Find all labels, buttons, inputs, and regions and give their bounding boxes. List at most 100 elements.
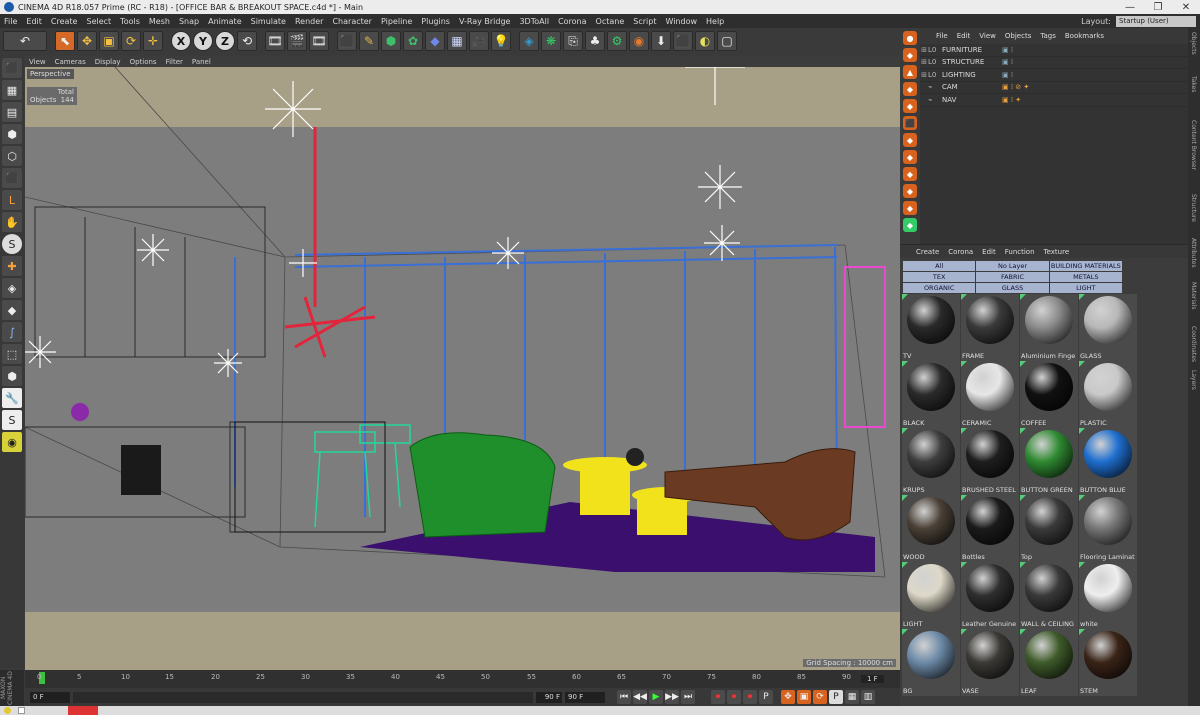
mesh-check-icon[interactable]: ⬢ bbox=[2, 366, 22, 386]
viewport-camera-label[interactable]: Perspective bbox=[27, 69, 74, 79]
layout-dropdown[interactable]: Startup (User) bbox=[1116, 15, 1196, 27]
axis-mode-icon[interactable]: L bbox=[2, 190, 22, 210]
visibility-flags[interactable]: ▣ ⁞ bbox=[1002, 46, 1013, 54]
material-swatch[interactable]: BRUSHED STEEL bbox=[961, 428, 1019, 495]
step-forward-icon[interactable]: ▶▶ bbox=[665, 690, 679, 704]
3d-viewport[interactable]: Perspective Total Objects 144 Grid Spaci… bbox=[25, 67, 900, 670]
menu-script[interactable]: Script bbox=[633, 17, 656, 26]
script-s-icon[interactable]: S bbox=[2, 410, 22, 430]
light-icon[interactable]: 💡 bbox=[491, 31, 511, 51]
minimize-button[interactable]: — bbox=[1116, 2, 1144, 13]
side-tab-layers[interactable]: Layers bbox=[1190, 370, 1197, 410]
material-swatch[interactable]: BUTTON BLUE bbox=[1079, 428, 1137, 495]
object-tool-icon[interactable]: ◆ bbox=[903, 99, 917, 113]
go-to-start-icon[interactable]: ⏮ bbox=[617, 690, 631, 704]
object-row-cam[interactable]: ⌁ CAM ▣ ⁞ ⊘ ✦ bbox=[920, 82, 1188, 94]
red-square-icon[interactable]: ⬛ bbox=[673, 31, 693, 51]
material-swatch[interactable]: Top bbox=[1020, 495, 1078, 562]
plugin-icon[interactable]: ❋ bbox=[541, 31, 561, 51]
side-tab-coordinates[interactable]: Coordinates bbox=[1190, 326, 1197, 366]
filter-building-materials[interactable]: BUILDING MATERIALS bbox=[1049, 261, 1122, 271]
mm-menu-function[interactable]: Function bbox=[1005, 248, 1035, 256]
object-mode-icon[interactable]: ⬡ bbox=[2, 146, 22, 166]
taskbar-window-icon[interactable] bbox=[18, 707, 25, 714]
om-menu-tags[interactable]: Tags bbox=[1040, 32, 1056, 40]
preview-end-field[interactable]: 90 F bbox=[565, 691, 605, 703]
material-swatch[interactable]: VASE bbox=[961, 629, 1019, 696]
render-view-icon[interactable]: 🎞 bbox=[265, 31, 285, 51]
object-row-lighting[interactable]: ⊞ L0 LIGHTING ▣ ⁞ bbox=[920, 69, 1188, 82]
y-axis-toggle[interactable]: Y bbox=[193, 31, 213, 51]
filter-organic[interactable]: ORGANIC bbox=[903, 283, 976, 293]
object-name[interactable]: CAM bbox=[942, 83, 1000, 91]
autokey-icon[interactable]: ⏺ bbox=[727, 690, 741, 704]
filter-light[interactable]: LIGHT bbox=[1049, 283, 1122, 293]
mm-menu-edit[interactable]: Edit bbox=[982, 248, 996, 256]
object-name[interactable]: NAV bbox=[942, 96, 1000, 104]
visibility-flags[interactable]: ▣ ⁞ bbox=[1002, 58, 1013, 66]
object-tool-icon[interactable]: ⬛ bbox=[903, 116, 917, 130]
menu-window[interactable]: Window bbox=[665, 17, 697, 26]
maximize-button[interactable]: ❐ bbox=[1144, 2, 1172, 13]
material-swatch[interactable]: LEAF bbox=[1020, 629, 1078, 696]
texture-mode-icon[interactable]: ▦ bbox=[2, 80, 22, 100]
object-row-furniture[interactable]: ⊞ L0 FURNITURE ▣ ⁞ bbox=[920, 44, 1188, 57]
script-icon[interactable]: ⎘ bbox=[563, 31, 583, 51]
om-menu-bookmarks[interactable]: Bookmarks bbox=[1065, 32, 1104, 40]
scale-icon[interactable]: ▣ bbox=[99, 31, 119, 51]
menu-corona[interactable]: Corona bbox=[558, 17, 586, 26]
expand-icon[interactable]: ⊞ bbox=[920, 46, 928, 54]
render-picture-viewer-icon[interactable]: 🎬 bbox=[287, 31, 307, 51]
tag-icons[interactable]: ▣ ⁞ ⊘ ✦ bbox=[1002, 83, 1029, 91]
viewport-menu-options[interactable]: Options bbox=[130, 58, 157, 66]
visibility-flags[interactable]: ▣ ⁞ bbox=[1002, 71, 1013, 79]
object-row-nav[interactable]: ⌁ NAV ▣ ⁞ ✦ bbox=[920, 94, 1188, 107]
end-frame-field[interactable]: 90 F bbox=[536, 691, 562, 703]
object-tool-icon[interactable]: ◆ bbox=[903, 48, 917, 62]
object-tool-icon[interactable]: ◆ bbox=[903, 218, 917, 232]
menu-animate[interactable]: Animate bbox=[208, 17, 242, 26]
side-tab-objects[interactable]: Objects bbox=[1190, 32, 1197, 72]
side-tab-attributes[interactable]: Attributes bbox=[1190, 238, 1197, 278]
material-swatch[interactable]: CERAMIC bbox=[961, 361, 1019, 428]
rotate-icon[interactable]: ⟳ bbox=[121, 31, 141, 51]
taskbar-app-icon[interactable] bbox=[4, 707, 11, 714]
menu-file[interactable]: File bbox=[4, 17, 17, 26]
frame-range-slider[interactable] bbox=[73, 691, 533, 703]
side-tab-content-browser[interactable]: Content Browser bbox=[1190, 120, 1197, 190]
object-tool-icon[interactable]: ◆ bbox=[903, 167, 917, 181]
coordinate-system-icon[interactable]: ⟲ bbox=[237, 31, 257, 51]
material-swatch[interactable]: FRAME bbox=[961, 294, 1019, 361]
side-tab-materials[interactable]: Materials bbox=[1190, 282, 1197, 322]
corona-render-icon[interactable]: ◉ bbox=[629, 31, 649, 51]
object-tool-icon[interactable]: ◆ bbox=[903, 201, 917, 215]
mm-menu-corona[interactable]: Corona bbox=[948, 248, 973, 256]
menu-3dtoall[interactable]: 3DToAll bbox=[519, 17, 549, 26]
menu-simulate[interactable]: Simulate bbox=[251, 17, 286, 26]
record-pla-icon[interactable]: ▦ bbox=[845, 690, 859, 704]
material-swatch[interactable]: PLASTIC bbox=[1079, 361, 1137, 428]
material-swatch[interactable]: LIGHT bbox=[902, 562, 960, 629]
om-menu-view[interactable]: View bbox=[979, 32, 996, 40]
viewport-menu-panel[interactable]: Panel bbox=[192, 58, 211, 66]
wrench-icon[interactable]: 🔧 bbox=[2, 388, 22, 408]
corona-settings-icon[interactable]: ⚙ bbox=[607, 31, 627, 51]
object-name[interactable]: LIGHTING bbox=[942, 71, 1000, 79]
object-tool-icon[interactable]: ● bbox=[903, 31, 917, 45]
record-position-icon[interactable]: ✥ bbox=[781, 690, 795, 704]
object-tool-icon[interactable]: ◆ bbox=[903, 133, 917, 147]
timeline-ruler[interactable]: 0 5 10 15 20 25 30 35 40 45 50 55 60 65 … bbox=[25, 670, 900, 688]
filter-all[interactable]: All bbox=[903, 261, 976, 271]
camera-icon[interactable]: 🎥 bbox=[469, 31, 489, 51]
menu-octane[interactable]: Octane bbox=[596, 17, 625, 26]
filter-glass[interactable]: GLASS bbox=[976, 283, 1049, 293]
material-swatch[interactable]: Leather Genuine bbox=[961, 562, 1019, 629]
cube-icon[interactable]: ⬛ bbox=[337, 31, 357, 51]
material-swatch[interactable]: WOOD bbox=[902, 495, 960, 562]
quantize-icon[interactable]: ◆ bbox=[2, 300, 22, 320]
array-icon[interactable]: ✿ bbox=[403, 31, 423, 51]
expand-icon[interactable]: ⊞ bbox=[920, 58, 928, 66]
material-swatch[interactable]: COFFEE bbox=[1020, 361, 1078, 428]
viewport-menu-cameras[interactable]: Cameras bbox=[55, 58, 86, 66]
z-axis-toggle[interactable]: Z bbox=[215, 31, 235, 51]
